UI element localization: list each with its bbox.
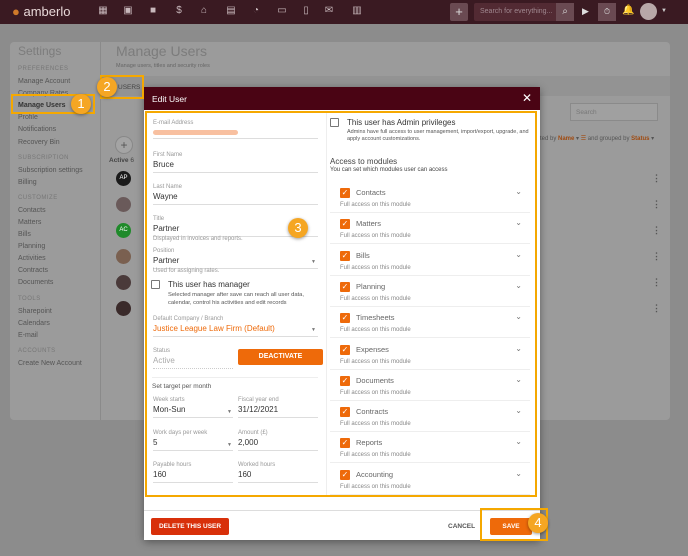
sidebar-item-bills[interactable]: Bills [18,231,31,238]
sidebar-item-contracts[interactable]: Contracts [18,267,48,274]
sidebar-item-profile[interactable]: Profile [18,114,38,121]
sidebar-item-notifications[interactable]: Notifications [18,126,56,133]
bank-icon[interactable]: ⌂ [198,5,210,17]
calendar-icon[interactable]: ▤ [225,5,237,17]
row-menu-icon[interactable]: ⋮ [652,199,661,210]
user-avatar[interactable] [116,249,131,264]
group-field-dropdown[interactable]: Status [631,136,649,142]
bell-icon[interactable]: 🔔 [622,5,634,16]
top-bar: ● amberlo ▦ ▣ ■ $ ⌂ ▤ ◔ ▭ ▯ ✉ ▥ + Search for every… [0,0,688,24]
search-icon[interactable]: ⌕ [556,3,574,21]
step-badge-3: 3 [288,218,308,238]
sidebar-item-manage-account[interactable]: Manage Account [18,78,70,85]
logo-text: amberlo [23,4,71,19]
step-badge-2: 2 [97,77,117,97]
add-button[interactable]: + [450,3,468,21]
sidebar-item-subscription-settings[interactable]: Subscription settings [18,167,83,174]
sort-field-dropdown[interactable]: Name [558,136,574,142]
mail-icon[interactable]: ✉ [323,5,335,17]
add-user-button[interactable]: + [115,136,133,154]
user-avatar[interactable]: AC [116,223,131,238]
sort-order-icon[interactable]: ☰ [581,136,586,142]
contacts-icon[interactable]: ▣ [122,5,134,17]
dashboard-icon[interactable]: ▦ [97,5,109,17]
group-count: 6 [130,157,134,164]
documents-icon[interactable]: ▯ [300,5,312,17]
cancel-button[interactable]: CANCEL [448,523,475,530]
sort-label: rted by Name ▾ ☰ and grouped by Status ▾ [538,136,655,142]
sidebar-item-calendars[interactable]: Calendars [18,320,50,327]
grouped-by-text: and grouped by [587,136,630,142]
group-active-text: Active [109,157,129,164]
sidebar-item-activities[interactable]: Activities [18,255,46,262]
close-icon[interactable]: ✕ [522,91,532,105]
sidebar-section-header: PREFERENCES [18,66,69,72]
sidebar-section-header: ACCOUNTS [18,347,56,354]
row-menu-icon[interactable]: ⋮ [652,277,661,288]
users-search-input[interactable]: Search [570,103,658,121]
sidebar-item-documents[interactable]: Documents [18,279,53,286]
row-menu-icon[interactable]: ⋮ [652,173,661,184]
sidebar-item-matters[interactable]: Matters [18,219,41,226]
sidebar-item-planning[interactable]: Planning [18,243,45,250]
play-icon[interactable]: ▶ [582,6,589,17]
sidebar-item-sharepoint[interactable]: Sharepoint [18,308,52,315]
bills-icon[interactable]: $ [173,5,185,17]
chevron-down-icon[interactable]: ▼ [661,8,667,14]
timesheet-icon[interactable]: ◔ [250,5,262,17]
modal-header: Edit User ✕ [144,87,540,110]
sidebar-item-create-new-account[interactable]: Create New Account [18,360,82,367]
group-active-label: Active 6 [109,157,134,164]
page-subtitle: Manage users, titles and security roles [116,63,210,69]
sidebar-section-header: TOOLS [18,295,41,302]
user-avatar[interactable] [116,301,131,316]
step-badge-4: 4 [528,513,548,533]
delete-user-button[interactable]: DELETE THIS USER [151,518,229,535]
modal-title: Edit User [152,94,187,104]
settings-title: Settings [18,44,62,58]
amberlo-logo[interactable]: ● amberlo [12,4,70,19]
user-avatar[interactable] [116,197,131,212]
highlight-form [145,111,537,497]
step-badge-1: 1 [71,94,91,114]
user-avatar[interactable]: AP [116,171,131,186]
row-menu-icon[interactable]: ⋮ [652,251,661,262]
row-menu-icon[interactable]: ⋮ [652,225,661,236]
row-menu-icon[interactable]: ⋮ [652,303,661,314]
sidebar-item-contacts[interactable]: Contacts [18,207,46,214]
sorted-by-text: rted by [538,136,557,142]
folder-icon[interactable]: ▭ [276,5,288,17]
sidebar-item-e-mail[interactable]: E-mail [18,332,38,339]
sidebar-section-header: SUBSCRIPTION [18,154,70,161]
sidebar-section-header: CUSTOMIZE [18,194,58,201]
timer-icon[interactable]: ⏱ [598,3,616,21]
user-avatar[interactable] [116,275,131,290]
user-avatar[interactable] [640,3,657,20]
sidebar-item-recovery-bin[interactable]: Recovery Bin [18,139,60,146]
page-title: Manage Users [116,43,208,59]
matters-icon[interactable]: ■ [147,5,159,17]
sidebar-item-billing[interactable]: Billing [18,179,37,186]
reports-icon[interactable]: ▥ [351,5,363,17]
